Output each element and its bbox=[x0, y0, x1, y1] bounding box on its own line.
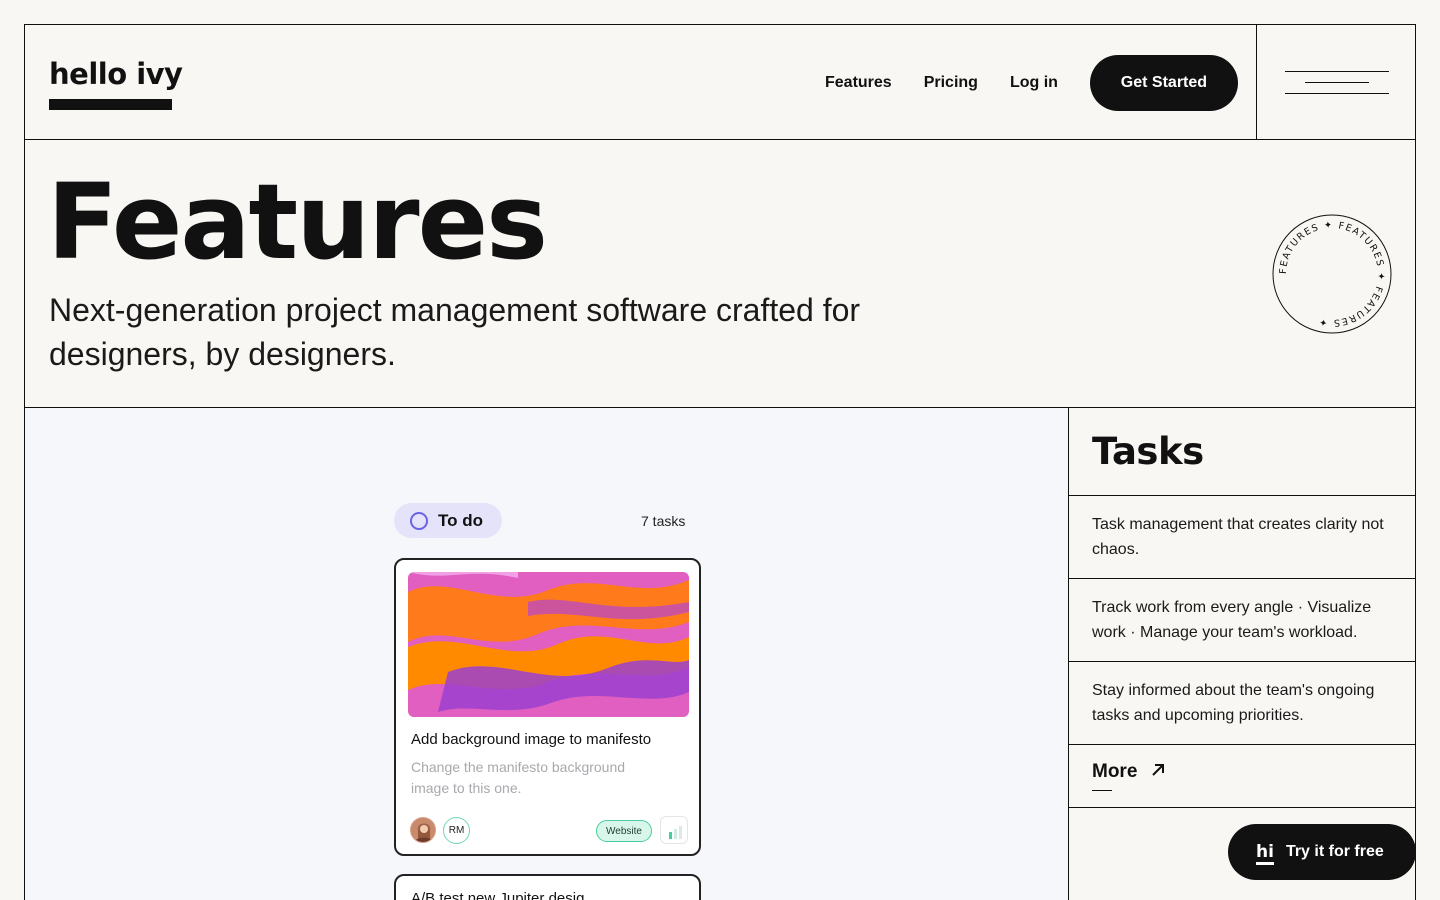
menu-button[interactable] bbox=[1256, 25, 1416, 140]
site-header: hello ivy Features Pricing Log in Get St… bbox=[25, 25, 1415, 140]
nav-link-features[interactable]: Features bbox=[825, 74, 892, 92]
todo-column-header[interactable]: To do bbox=[394, 503, 502, 538]
tasks-panel-item: Task management that creates clarity not… bbox=[1069, 496, 1415, 579]
task-card[interactable]: Add background image to manifesto Change… bbox=[394, 558, 701, 856]
hi-logo-icon: hi bbox=[1256, 842, 1274, 865]
page-frame: hello ivy Features Pricing Log in Get St… bbox=[24, 24, 1416, 900]
arrow-up-right-icon bbox=[1152, 764, 1164, 776]
task-card-2[interactable]: A/B test new Jupiter desig bbox=[394, 874, 701, 900]
nav-link-pricing[interactable]: Pricing bbox=[924, 74, 978, 92]
logo[interactable]: hello ivy bbox=[49, 57, 183, 110]
card-description: Change the manifesto background image to… bbox=[411, 759, 626, 796]
tasks-panel-item: Track work from every angle · Visualize … bbox=[1069, 579, 1415, 662]
logo-underline bbox=[49, 99, 172, 110]
demo-area: To do 7 tasks Add background image to ma… bbox=[25, 408, 1068, 900]
task-count: 7 tasks bbox=[641, 513, 686, 529]
todo-status-icon bbox=[410, 511, 428, 530]
try-for-free-button[interactable]: hi Try it for free bbox=[1228, 824, 1416, 880]
page-title: Features bbox=[47, 161, 548, 283]
logo-text: hello ivy bbox=[49, 57, 183, 91]
try-for-free-label: Try it for free bbox=[1285, 843, 1384, 860]
card-cover-image bbox=[408, 572, 689, 717]
tasks-panel-title: Tasks bbox=[1069, 408, 1415, 496]
badge-text: FEATURES ✦ FEATURES ✦ FEATURES ✦ bbox=[1278, 220, 1385, 328]
rotating-features-badge: FEATURES ✦ FEATURES ✦ FEATURES ✦ bbox=[1272, 214, 1392, 334]
hero-subtitle: Next-generation project management softw… bbox=[49, 292, 861, 372]
menu-icon bbox=[1285, 71, 1389, 72]
main-nav: Features Pricing Log in Get Started bbox=[825, 55, 1238, 111]
todo-column-label: To do bbox=[438, 510, 483, 530]
tag-website[interactable]: Website bbox=[596, 820, 652, 842]
card-title: Add background image to manifesto bbox=[411, 731, 652, 748]
tasks-panel-item: Stay informed about the team's ongoing t… bbox=[1069, 662, 1415, 745]
avatar-photo bbox=[410, 817, 436, 843]
svg-text:FEATURES ✦ FEATURES ✦ FEATURES: FEATURES ✦ FEATURES ✦ FEATURES ✦ bbox=[1278, 220, 1386, 328]
more-label: More bbox=[1092, 761, 1138, 782]
avatar-initials: RM bbox=[443, 817, 470, 844]
card-2-title: A/B test new Jupiter desig bbox=[411, 890, 585, 900]
hero-section: Features Next-generation project managem… bbox=[25, 140, 1415, 408]
nav-link-login[interactable]: Log in bbox=[1010, 74, 1058, 92]
abstract-paint-image bbox=[408, 572, 689, 717]
more-link[interactable]: More bbox=[1069, 745, 1415, 808]
get-started-button[interactable]: Get Started bbox=[1089, 55, 1238, 111]
priority-bars-icon[interactable] bbox=[660, 816, 688, 844]
